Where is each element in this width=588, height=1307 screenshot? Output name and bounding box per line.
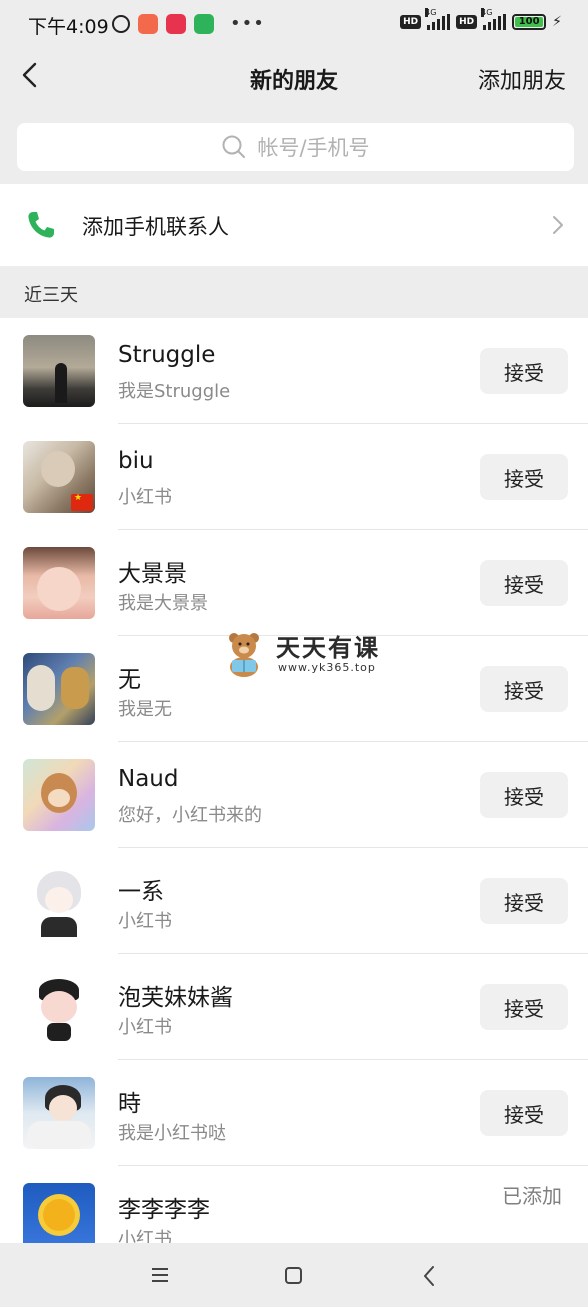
status-system-icons: HD 4G HD 4G 100 ⚡ — [400, 8, 562, 30]
search-input[interactable]: 帐号/手机号 — [17, 123, 574, 171]
accept-button[interactable]: 接受 — [480, 984, 568, 1030]
friend-message: 小红书 — [118, 1017, 172, 1038]
accept-button[interactable]: 接受 — [480, 454, 568, 500]
accept-button[interactable]: 接受 — [480, 666, 568, 712]
accept-button[interactable]: 接受 — [480, 348, 568, 394]
friend-message: 您好，小红书来的 — [118, 805, 262, 826]
network-type-label-2: 4G — [481, 8, 493, 17]
section-title: 近三天 — [24, 285, 78, 306]
charging-icon: ⚡ — [552, 14, 562, 30]
search-placeholder: 帐号/手机号 — [257, 136, 370, 160]
friend-request-row[interactable]: 李李李李 小红书 已添加 — [0, 1166, 588, 1243]
accept-button[interactable]: 接受 — [480, 878, 568, 924]
xiaohongshu-notification-icon — [166, 13, 186, 34]
friend-request-list: Struggle 我是Struggle 接受 biu 小红书 接受 大景景 我是… — [0, 318, 588, 1243]
friend-request-row[interactable]: 一系 小红书 接受 — [0, 848, 588, 954]
friend-request-row[interactable]: Struggle 我是Struggle 接受 — [0, 318, 588, 424]
friend-name: 時 — [118, 1091, 141, 1117]
avatar — [23, 335, 95, 407]
friend-name: 一系 — [118, 879, 164, 905]
battery-icon: 100 — [512, 14, 547, 30]
add-friend-button[interactable]: 添加朋友 — [478, 63, 566, 95]
hd-icon: HD — [400, 15, 422, 29]
friend-request-row[interactable]: 泡芙妹妹酱 小红书 接受 — [0, 954, 588, 1060]
app-notification-icon — [138, 13, 158, 34]
china-flag-icon — [71, 493, 93, 511]
friend-name: 大景景 — [118, 561, 187, 587]
back-arrow-icon — [22, 62, 37, 88]
phone-icon — [28, 212, 54, 238]
friend-name: Struggle — [118, 342, 216, 368]
avatar — [23, 1077, 95, 1149]
friend-message: 我是小红书哒 — [118, 1123, 226, 1144]
accept-button[interactable]: 接受 — [480, 772, 568, 818]
battery-level: 100 — [518, 16, 540, 27]
nav-bar: 新的朋友 添加朋友 — [0, 50, 588, 106]
hd-icon-2: HD — [456, 15, 478, 29]
add-phone-contacts-label: 添加手机联系人 — [82, 215, 229, 239]
friend-message: 小红书 — [118, 911, 172, 932]
friend-request-row[interactable]: 大景景 我是大景景 接受 — [0, 530, 588, 636]
friend-name: Naud — [118, 766, 179, 792]
accept-button[interactable]: 接受 — [480, 1090, 568, 1136]
search-icon — [222, 135, 246, 158]
friend-message: 我是无 — [118, 699, 172, 720]
avatar — [23, 865, 95, 937]
add-phone-contacts-row[interactable]: 添加手机联系人 — [0, 184, 588, 266]
phone-notification-icon — [194, 13, 214, 34]
back-button[interactable] — [18, 60, 42, 90]
avatar — [23, 547, 95, 619]
watermark: 天天有课 www.yk365.top — [222, 628, 392, 682]
friend-name: 李李李李 — [118, 1197, 210, 1223]
friend-request-row[interactable]: Naud 您好，小红书来的 接受 — [0, 742, 588, 848]
watermark-title: 天天有课 — [276, 634, 380, 662]
status-time: 下午4:09 — [28, 16, 109, 38]
alarm-icon — [112, 14, 130, 33]
system-back-icon[interactable] — [422, 1265, 436, 1287]
status-notification-icons: ••• — [112, 13, 265, 34]
friend-request-row[interactable]: 時 我是小红书哒 接受 — [0, 1060, 588, 1166]
bear-logo-icon — [229, 633, 259, 677]
friend-request-row[interactable]: biu 小红书 接受 — [0, 424, 588, 530]
friend-name: 泡芙妹妹酱 — [118, 985, 233, 1011]
friend-name: biu — [118, 448, 154, 474]
network-type-label: 4G — [425, 8, 437, 17]
added-status: 已添加 — [502, 1184, 562, 1208]
section-header: 近三天 — [0, 266, 588, 318]
avatar — [23, 653, 95, 725]
avatar — [23, 1183, 95, 1243]
more-notifications-icon: ••• — [230, 13, 265, 34]
friend-message: 小红书 — [118, 1229, 172, 1243]
signal-icon: 4G — [425, 8, 451, 30]
friend-message: 我是大景景 — [118, 593, 208, 614]
avatar — [23, 971, 95, 1043]
friend-name: 无 — [118, 667, 141, 693]
avatar — [23, 759, 95, 831]
status-bar: 下午4:09 ••• HD 4G HD 4G 100 ⚡ — [0, 0, 588, 50]
accept-button[interactable]: 接受 — [480, 560, 568, 606]
friend-message: 小红书 — [118, 487, 172, 508]
watermark-url: www.yk365.top — [278, 661, 376, 674]
signal-icon-2: 4G — [481, 8, 507, 30]
system-nav-bar — [0, 1243, 588, 1307]
friend-message: 我是Struggle — [118, 381, 231, 402]
chevron-right-icon — [553, 216, 563, 234]
home-icon[interactable] — [285, 1267, 302, 1284]
recent-apps-icon[interactable] — [150, 1266, 170, 1284]
